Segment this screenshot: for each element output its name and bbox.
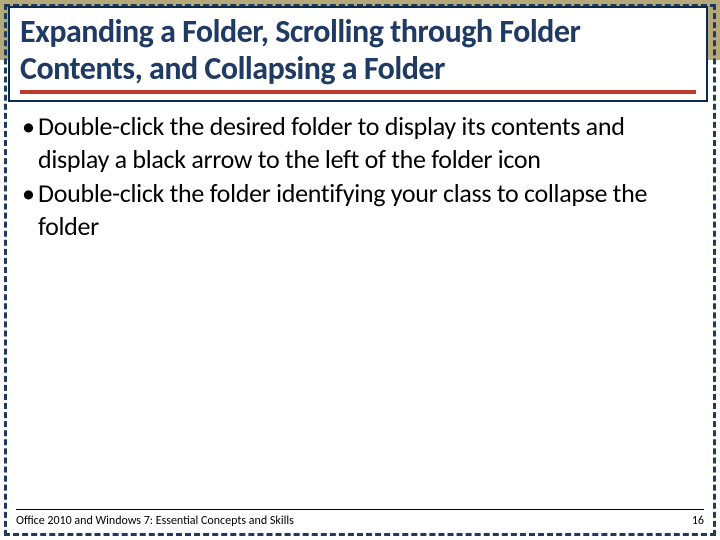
page-number: 16 bbox=[692, 514, 704, 528]
slide-footer: Office 2010 and Windows 7: Essential Con… bbox=[16, 509, 704, 528]
footer-source: Office 2010 and Windows 7: Essential Con… bbox=[16, 514, 294, 528]
slide-content: • Double-click the desired folder to dis… bbox=[20, 110, 700, 244]
bullet-text: Double-click the folder identifying your… bbox=[38, 177, 700, 242]
bullet-icon: • bbox=[20, 177, 38, 210]
slide-title: Expanding a Folder, Scrolling through Fo… bbox=[20, 14, 696, 88]
bullet-icon: • bbox=[20, 110, 38, 143]
bullet-text: Double-click the desired folder to displ… bbox=[38, 110, 700, 175]
list-item: • Double-click the folder identifying yo… bbox=[20, 177, 700, 242]
slide: Expanding a Folder, Scrolling through Fo… bbox=[0, 0, 720, 540]
title-box: Expanding a Folder, Scrolling through Fo… bbox=[8, 6, 708, 102]
title-underline bbox=[20, 90, 696, 94]
list-item: • Double-click the desired folder to dis… bbox=[20, 110, 700, 175]
